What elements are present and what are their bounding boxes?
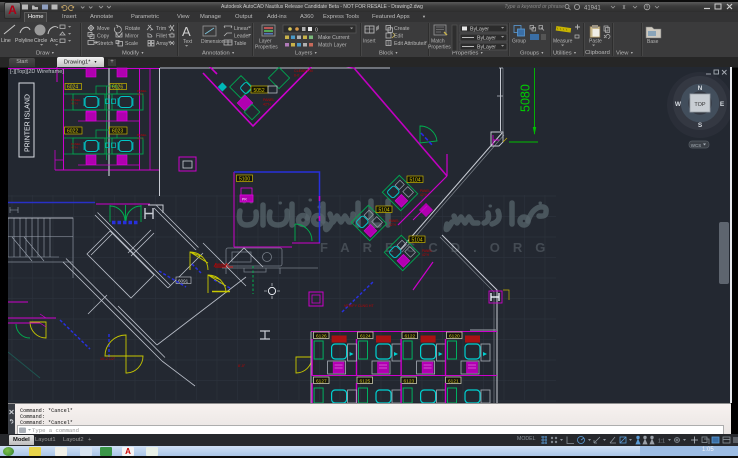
svg-text:6-0: 6-0 [294,74,299,78]
svg-text:42"H: 42"H [263,103,271,107]
svg-text:6126: 6126 [316,334,327,340]
svg-text:5052: 5052 [254,88,265,94]
svg-text:E: E [720,101,725,108]
svg-text:Trim: Trim [156,26,166,32]
svg-text:Array: Array [156,41,169,47]
svg-text:CLEAN RM: CLEAN RM [294,69,313,73]
svg-text:TOP: TOP [694,102,706,108]
svg-text:6125: 6125 [360,379,371,385]
svg-text:VERIFY CLNG HT: VERIFY CLNG HT [344,304,374,308]
svg-text:0: 0 [315,28,318,34]
svg-text:Copy: Copy [97,34,110,40]
svg-text:Line: Line [1,38,11,44]
svg-text:?: ? [646,5,649,11]
svg-text:Circle: Circle [34,38,47,44]
svg-text:A: A [182,24,191,39]
svg-text:Arc: Arc [50,38,58,44]
svg-text:6022: 6022 [67,129,78,135]
svg-text:Edit Attributes: Edit Attributes [394,41,426,47]
svg-text:FARESCD.ORG: FARESCD.ORG [320,240,558,255]
svg-text:Dimension: Dimension [201,39,225,45]
svg-text:Move: Move [97,26,110,32]
svg-text:Table: Table [234,41,247,47]
svg-text:6124: 6124 [360,334,371,340]
svg-text:Match Layer: Match Layer [318,43,347,49]
svg-text:42"H: 42"H [137,93,144,97]
svg-text:Text: Text [183,39,193,45]
svg-text:Rotate: Rotate [125,26,140,32]
svg-text:Group: Group [512,39,526,45]
svg-text:8'-0": 8'-0" [238,364,246,368]
svg-text:10'-2 1/2": 10'-2 1/2" [100,357,116,361]
svg-text:W: W [675,101,682,108]
svg-text:42"H: 42"H [71,102,78,106]
svg-text:ByLayer: ByLayer [470,27,489,33]
svg-text:41941: 41941 [584,6,601,12]
svg-text:6127: 6127 [316,379,327,385]
svg-text:ByLayer: ByLayer [477,45,496,51]
svg-text:Polyline: Polyline [15,38,33,44]
svg-text:6024: 6024 [67,85,78,91]
svg-text:6122: 6122 [405,334,416,340]
svg-text:Properties: Properties [428,45,451,51]
svg-text:6026: 6026 [112,85,123,91]
svg-text:S: S [698,122,703,129]
svg-text:Properties: Properties [255,45,278,51]
svg-text:5080: 5080 [519,84,533,112]
svg-text:6123: 6123 [404,379,415,385]
svg-text:Fillet: Fillet [156,34,168,40]
svg-text:Measure: Measure [553,39,573,45]
svg-text:ByLayer: ByLayer [477,36,496,42]
svg-text:Edit: Edit [394,34,403,40]
svg-text:Create: Create [394,26,410,32]
svg-text:Insert: Insert [363,39,376,45]
svg-text:1:1: 1:1 [658,439,665,445]
svg-text:Linear: Linear [234,26,249,32]
svg-text:PRINTER ISLAND: PRINTER ISLAND [25,94,32,152]
svg-text:6120: 6120 [449,334,460,340]
svg-text:5104: 5104 [410,178,421,184]
svg-text:Paste: Paste [589,39,602,45]
svg-text:6091: 6091 [178,279,189,284]
svg-text:5100: 5100 [239,177,250,183]
svg-text:Make Current: Make Current [318,35,350,41]
svg-text:PANEL: PANEL [263,98,275,102]
svg-text:6023: 6023 [112,129,123,135]
svg-text:WCS: WCS [691,143,702,148]
svg-text:PR: PR [242,198,247,202]
svg-text:42"H: 42"H [420,193,428,197]
svg-text:N: N [698,85,703,92]
svg-text:Base: Base [647,39,659,45]
svg-text:Leader: Leader [234,34,250,40]
svg-text:[-][Top][2D Wireframe]: [-][Top][2D Wireframe] [10,69,64,75]
svg-text:Stretch: Stretch [97,41,114,47]
svg-text:Scale: Scale [125,41,138,47]
svg-text:6121: 6121 [448,379,459,385]
svg-text:Mirror: Mirror [125,34,139,40]
